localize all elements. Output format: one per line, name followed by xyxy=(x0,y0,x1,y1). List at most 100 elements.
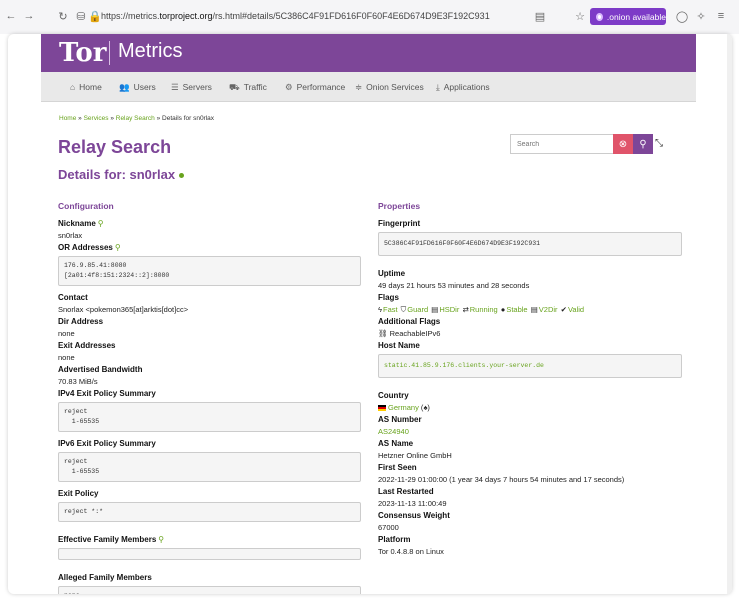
url-prefix: https://metrics. xyxy=(101,11,160,21)
breadcrumb-services[interactable]: Services xyxy=(84,115,109,122)
scrollbar[interactable] xyxy=(727,34,732,594)
performance-icon: ⚙ xyxy=(285,82,293,92)
back-icon[interactable]: ← xyxy=(4,10,18,22)
shield-icon[interactable]: ◯ xyxy=(675,10,689,23)
configuration-section: Configuration Nickname ⚲ sn0rlax OR Addre… xyxy=(58,201,361,594)
nav-applications-label: Applications xyxy=(443,82,490,92)
search-button[interactable]: ⚲ xyxy=(633,134,653,154)
fingerprint-label: Fingerprint xyxy=(378,219,421,228)
search-input[interactable] xyxy=(510,134,613,154)
host-name-value: static.41.85.9.176.clients.your-server.d… xyxy=(378,354,682,378)
tor-logo[interactable]: Tor xyxy=(59,38,106,68)
flag-stable: Stable xyxy=(506,305,528,314)
browser-toolbar: ← → ↻ ⛁ 🔒 https://metrics.torproject.org… xyxy=(0,0,739,34)
url-field[interactable]: https://metrics.torproject.org/rs.html#d… xyxy=(101,11,490,21)
or-addresses-label: OR Addresses ⚲ xyxy=(58,243,121,252)
properties-section: Properties Fingerprint 5C386C4F91FD616F0… xyxy=(378,201,682,558)
nav-servers[interactable]: ☰ Servers xyxy=(171,82,212,93)
reload-icon[interactable]: ↻ xyxy=(56,10,70,23)
properties-heading: Properties xyxy=(378,201,421,211)
ipv4-policy-label: IPv4 Exit Policy Summary xyxy=(58,389,156,398)
site-title[interactable]: Metrics xyxy=(118,40,182,63)
first-seen-label: First Seen xyxy=(378,463,417,472)
menu-icon[interactable]: ≡ xyxy=(714,10,728,22)
nav-applications[interactable]: ⤓ Applications xyxy=(436,82,490,93)
flag-running: Running xyxy=(469,305,498,314)
extensions-icon[interactable]: ✧ xyxy=(694,10,708,23)
nav-home[interactable]: ⌂ Home xyxy=(70,82,102,92)
page-viewport: Tor Metrics ⌂ Home 👥 Users ☰ Servers ⛟ Traff… xyxy=(8,34,732,594)
nav-onion-services[interactable]: ≑ Onion Services xyxy=(355,82,424,93)
search-icon: ⚲ xyxy=(639,138,647,150)
url-suffix: /rs.html#details/5C386C4F91FD616F0F60F4E… xyxy=(212,11,490,21)
collapse-icon[interactable]: ⤡ xyxy=(655,138,663,149)
nav-users[interactable]: 👥 Users xyxy=(119,82,156,93)
additional-flags-value: ⛓ ReachableIPv6 xyxy=(378,329,441,338)
logo-divider xyxy=(109,41,110,65)
bookmark-star-icon[interactable]: ☆ xyxy=(573,10,587,23)
consensus-weight-value: 67000 xyxy=(378,523,399,532)
flags-label: Flags xyxy=(378,293,399,302)
stable-icon: ● xyxy=(500,305,506,314)
ipv6-policy-value: reject 1-65535 xyxy=(58,452,361,482)
contact-label: Contact xyxy=(58,293,88,302)
search-nickname-icon[interactable]: ⚲ xyxy=(98,219,104,228)
dir-address-label: Dir Address xyxy=(58,317,104,326)
main-nav: ⌂ Home 👥 Users ☰ Servers ⛟ Traffic ⚙ Performa… xyxy=(41,72,696,102)
breadcrumb-home[interactable]: Home xyxy=(59,115,76,122)
nav-performance-label: Performance xyxy=(296,82,346,92)
effective-family-value xyxy=(58,548,361,560)
ipv4-policy-value: reject 1-65535 xyxy=(58,402,361,432)
onion-icon xyxy=(596,12,603,21)
search-family-icon[interactable]: ⚲ xyxy=(158,535,164,544)
flag-guard: Guard xyxy=(407,305,429,314)
platform-value: Tor 0.4.8.8 on Linux xyxy=(378,547,444,556)
reader-view-icon[interactable]: ▤ xyxy=(533,10,547,23)
online-status-icon xyxy=(179,173,185,179)
site-banner: Tor Metrics xyxy=(41,34,696,72)
alleged-family-value: none xyxy=(58,586,361,594)
nav-performance[interactable]: ⚙ Performance xyxy=(285,82,345,93)
fingerprint-value: 5C386C4F91FD616F0F60F4E6D674D9E3F192C931 xyxy=(378,232,682,256)
flag-valid: Valid xyxy=(567,305,585,314)
as-name-value: Hetzner Online GmbH xyxy=(378,451,452,460)
running-icon: ⇄ xyxy=(462,305,469,314)
search-or-addresses-icon[interactable]: ⚲ xyxy=(115,243,121,252)
permissions-icon[interactable]: ⛁ xyxy=(74,10,88,23)
flag-hsdir: HSDir xyxy=(439,305,460,314)
home-icon: ⌂ xyxy=(70,82,76,92)
dir-address-value: none xyxy=(58,329,75,338)
alleged-family-label: Alleged Family Members xyxy=(58,573,152,582)
flag-v2dir: V2Dir xyxy=(538,305,558,314)
nav-servers-label: Servers xyxy=(182,82,212,92)
clear-icon: ⊗ xyxy=(618,138,628,150)
details-heading: Details for: sn0rlax xyxy=(58,167,185,182)
nav-onion-services-label: Onion Services xyxy=(366,82,424,92)
onion-available-button[interactable]: .onion available xyxy=(590,8,666,25)
lock-icon[interactable]: 🔒 xyxy=(88,10,102,23)
nav-users-label: Users xyxy=(133,82,156,92)
exit-policy-label: Exit Policy xyxy=(58,489,99,498)
clear-search-button[interactable]: ⊗ xyxy=(613,134,633,154)
as-number-value: AS24940 xyxy=(378,426,682,438)
country-link[interactable]: Germany xyxy=(388,403,419,412)
contact-value: Snorlax <pokemon365[at]arktis[dot]cc> xyxy=(58,305,189,314)
or-addresses-value: 176.9.85.41:8080 [2a01:4f8:151:2324::2]:… xyxy=(58,256,361,286)
exit-policy-value: reject *:* xyxy=(58,502,361,522)
forward-icon[interactable]: → xyxy=(22,10,36,22)
map-pin-icon: ♠ xyxy=(423,403,428,412)
page-content: Tor Metrics ⌂ Home 👥 Users ☰ Servers ⛟ Traff… xyxy=(41,34,696,594)
country-label: Country xyxy=(378,391,409,400)
consensus-weight-label: Consensus Weight xyxy=(378,511,450,520)
exit-addresses-value: none xyxy=(58,353,75,362)
breadcrumb-current: Details for sn0rlax xyxy=(162,115,215,122)
nav-traffic[interactable]: ⛟ Traffic xyxy=(229,82,267,94)
exit-addresses-label: Exit Addresses xyxy=(58,341,116,350)
nav-traffic-label: Traffic xyxy=(243,82,267,92)
users-icon: 👥 xyxy=(119,82,130,92)
breadcrumb-relay-search[interactable]: Relay Search xyxy=(116,115,155,122)
last-restarted-label: Last Restarted xyxy=(378,487,434,496)
onion-label: .onion available xyxy=(606,11,666,22)
ipv6-policy-label: IPv6 Exit Policy Summary xyxy=(58,439,156,448)
as-number-link[interactable]: AS24940 xyxy=(378,427,409,436)
